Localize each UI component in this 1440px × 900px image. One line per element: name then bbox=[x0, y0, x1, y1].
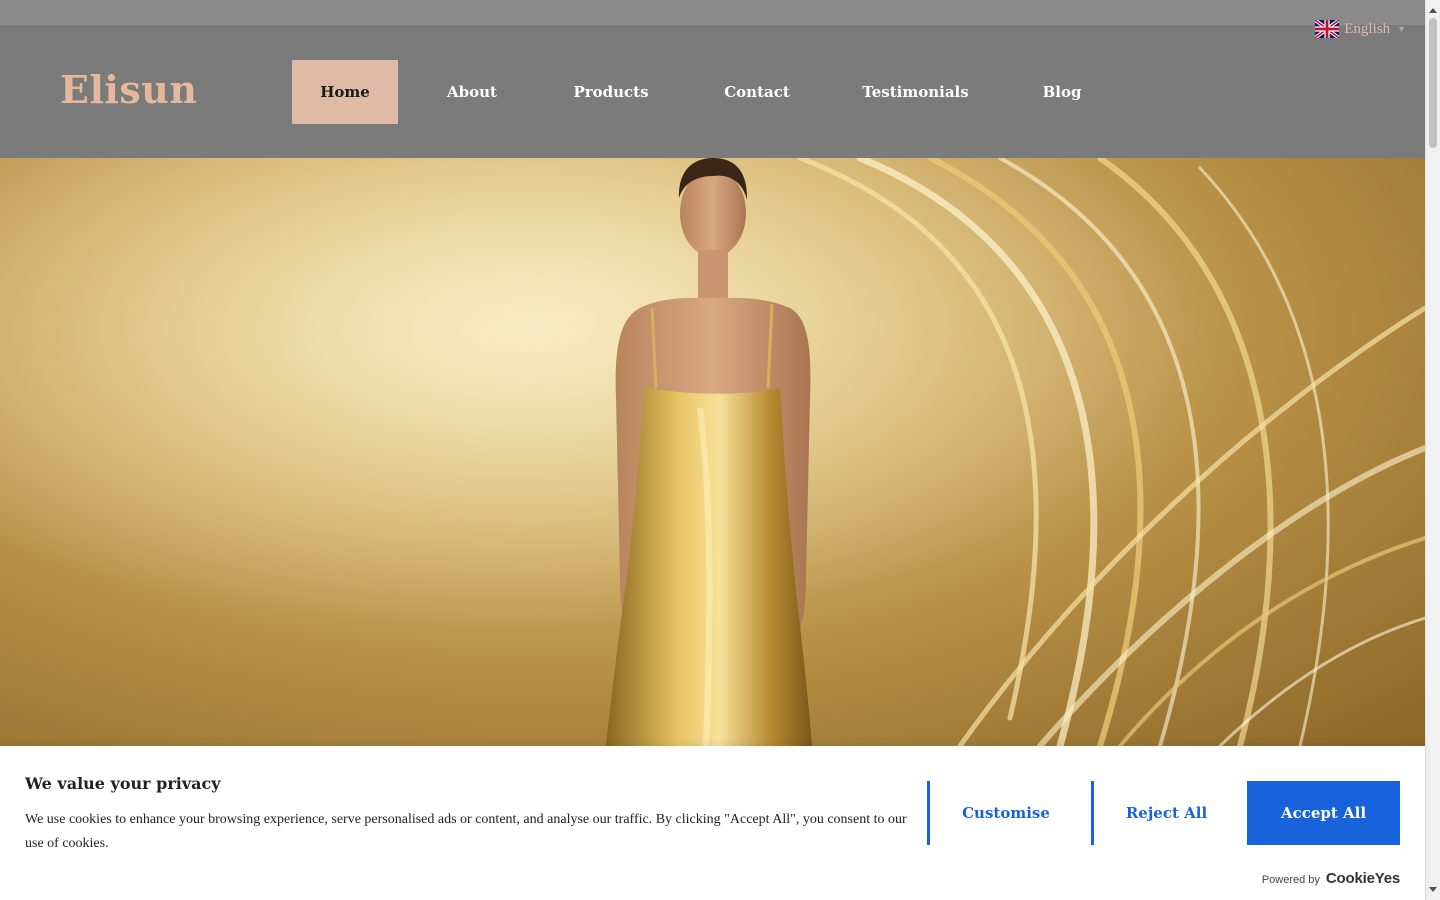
customise-button[interactable]: Customise bbox=[927, 781, 1082, 845]
scrollbar-thumb[interactable] bbox=[1429, 18, 1437, 148]
site-logo[interactable]: Elisun bbox=[60, 67, 197, 112]
cookieyes-logo[interactable]: CookieYes bbox=[1326, 870, 1400, 887]
nav-item-testimonials[interactable]: Testimonials bbox=[838, 60, 993, 124]
hero-image bbox=[0, 158, 1425, 746]
top-bar bbox=[0, 0, 1425, 25]
page-scrollbar[interactable] bbox=[1425, 0, 1440, 900]
hero-illustration bbox=[0, 158, 1425, 746]
cookie-title: We value your privacy bbox=[25, 774, 221, 793]
nav-item-products[interactable]: Products bbox=[546, 60, 676, 124]
language-label: English bbox=[1344, 20, 1391, 37]
nav-item-about[interactable]: About bbox=[398, 60, 546, 124]
scroll-down-icon[interactable] bbox=[1429, 887, 1437, 892]
accept-all-button[interactable]: Accept All bbox=[1247, 781, 1400, 845]
powered-by[interactable]: Powered by CookieYes bbox=[1262, 870, 1400, 887]
cookie-description: We use cookies to enhance your browsing … bbox=[25, 812, 907, 851]
powered-by-label: Powered by bbox=[1261, 874, 1320, 886]
reject-all-button[interactable]: Reject All bbox=[1091, 781, 1239, 845]
language-selector[interactable]: English ▼ bbox=[1315, 20, 1406, 38]
scroll-up-icon[interactable] bbox=[1429, 8, 1437, 13]
nav-item-contact[interactable]: Contact bbox=[676, 60, 838, 124]
uk-flag-icon bbox=[1315, 20, 1340, 38]
cookie-consent-banner: We value your privacy We use cookies to … bbox=[0, 746, 1425, 900]
nav-item-blog[interactable]: Blog bbox=[993, 60, 1131, 124]
site-header: Elisun Home About Products Contact Testi… bbox=[0, 25, 1425, 158]
main-nav: Home About Products Contact Testimonials… bbox=[292, 60, 1131, 124]
chevron-down-icon: ▼ bbox=[1397, 24, 1406, 34]
nav-item-home[interactable]: Home bbox=[292, 60, 398, 124]
